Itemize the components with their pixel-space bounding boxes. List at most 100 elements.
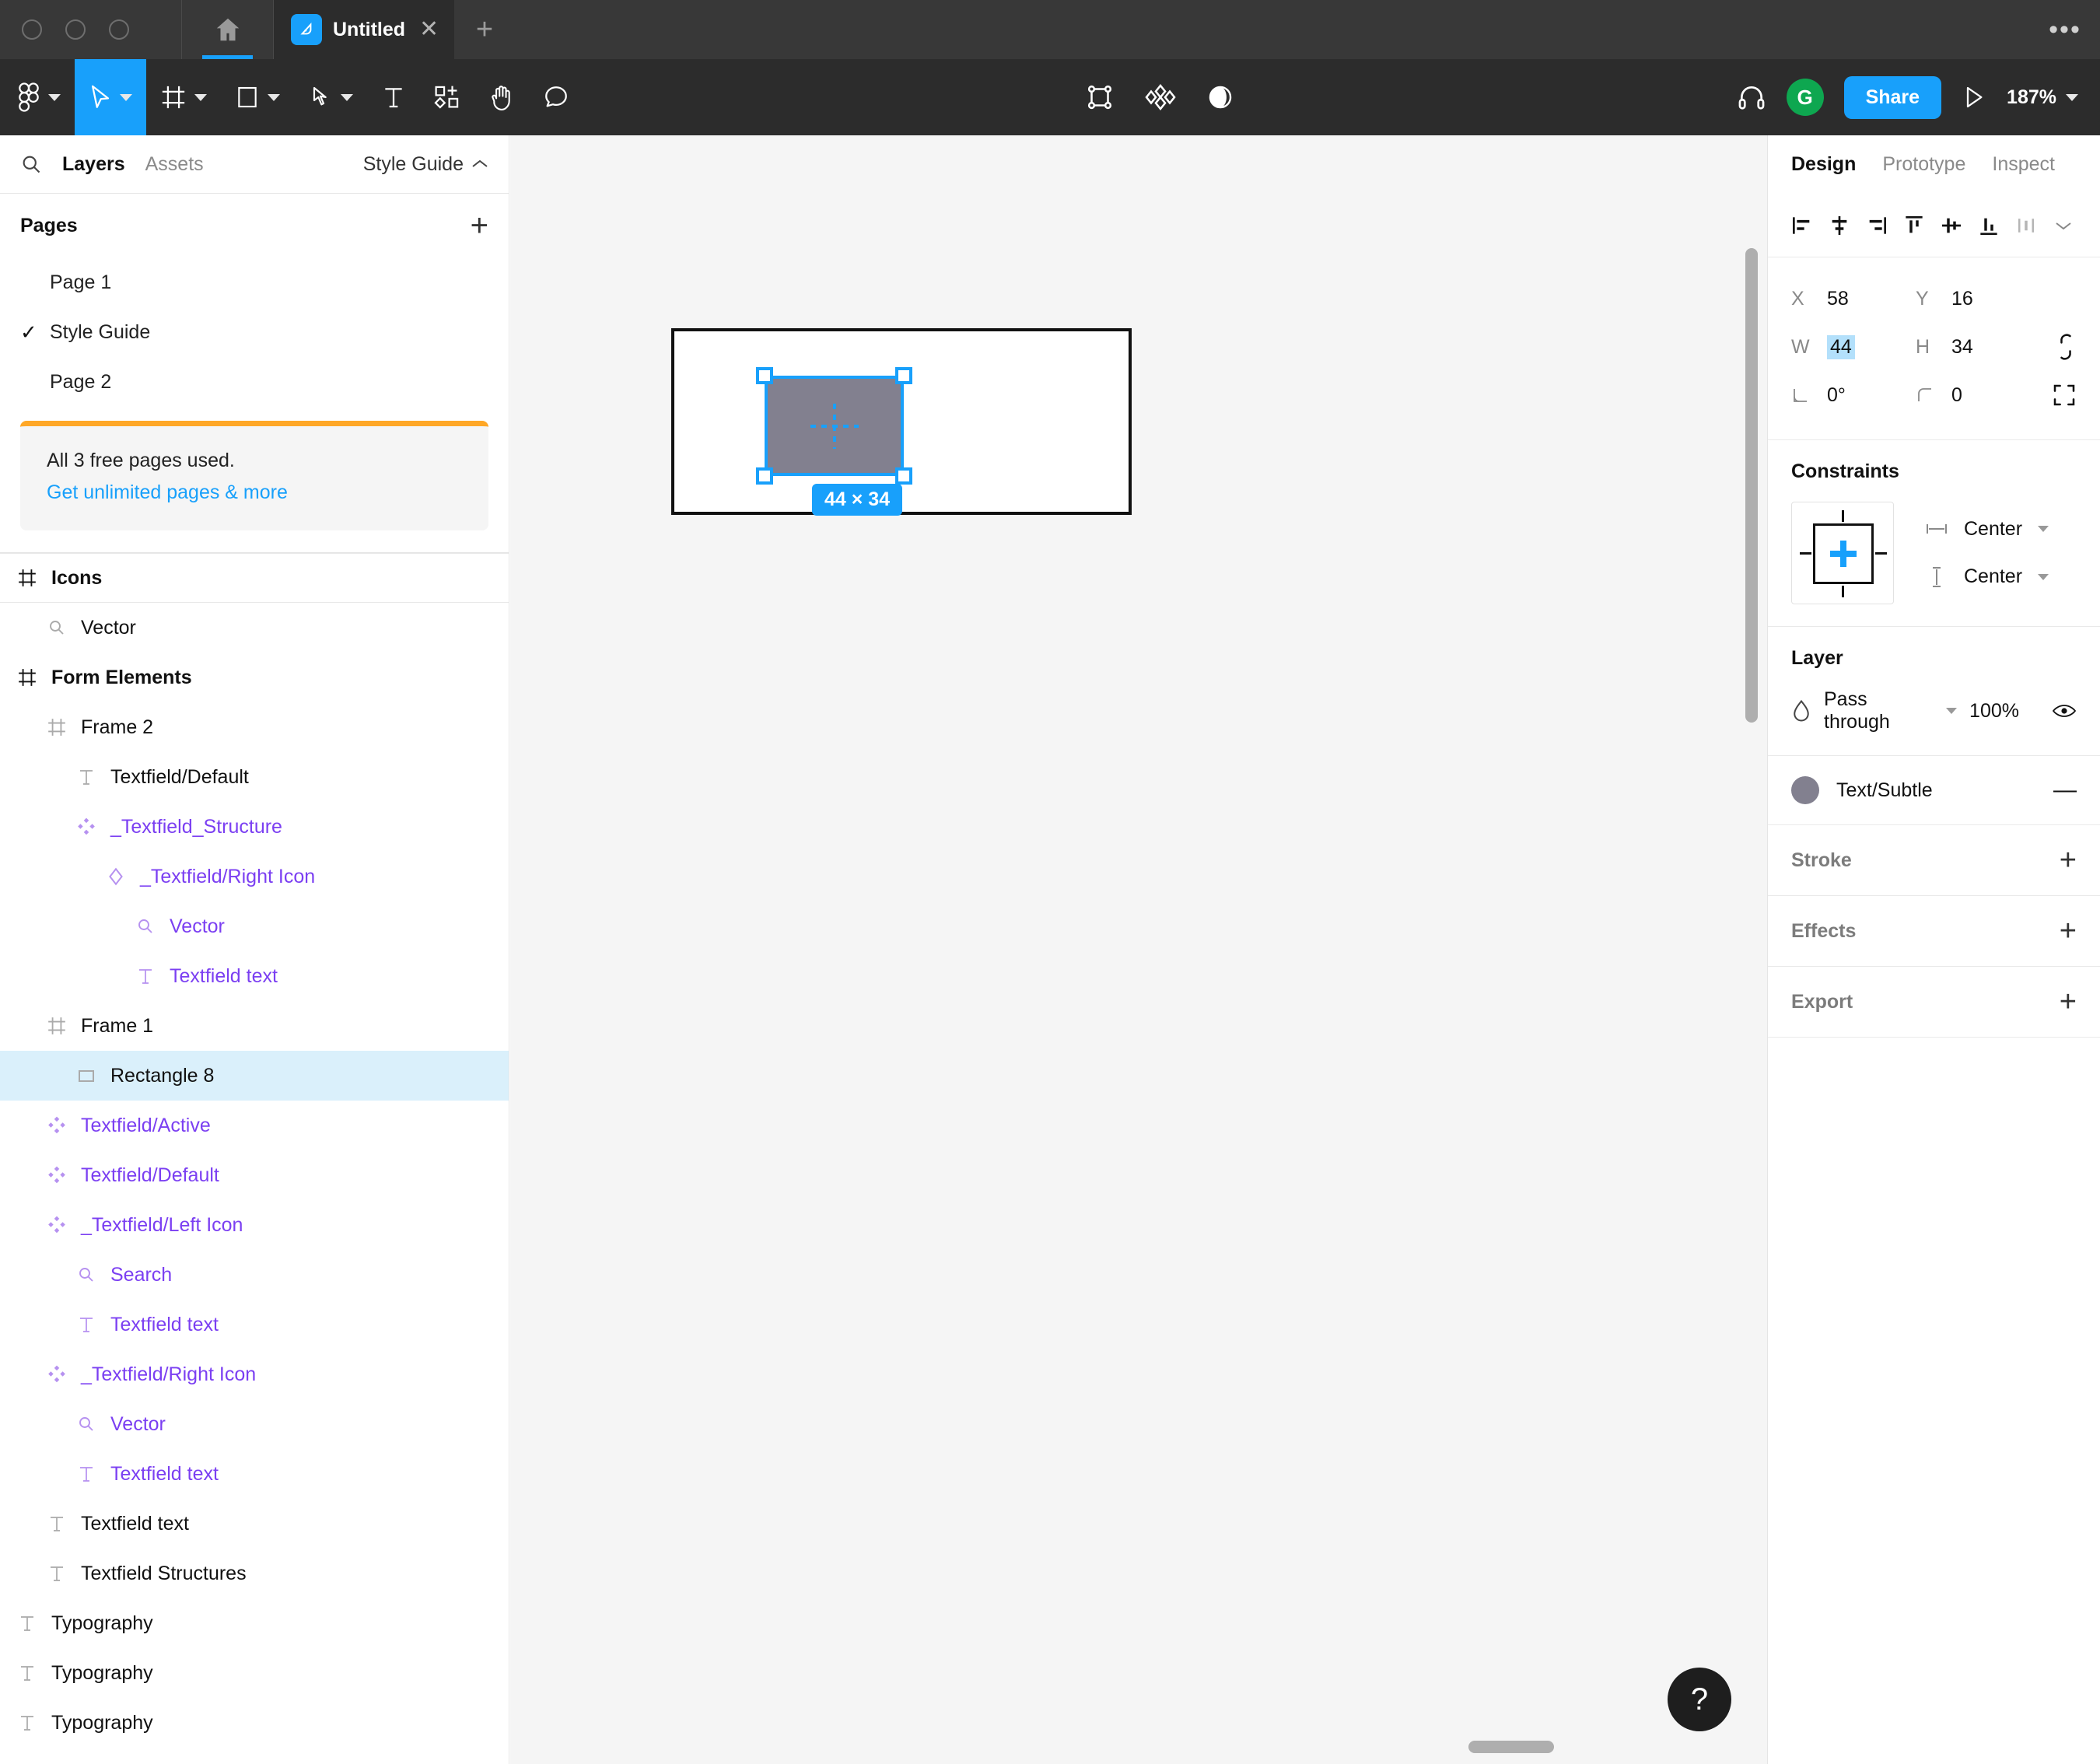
chevron-down-icon[interactable] bbox=[341, 93, 353, 101]
hand-tool-button[interactable] bbox=[474, 59, 529, 135]
layer-row[interactable]: Typography bbox=[0, 1648, 509, 1698]
page-item-page-2[interactable]: Page 2 bbox=[0, 357, 509, 407]
fill-swatch[interactable] bbox=[1791, 776, 1819, 804]
tab-design[interactable]: Design bbox=[1791, 153, 1856, 176]
y-field[interactable]: Y 16 bbox=[1916, 288, 2040, 310]
comment-tool-button[interactable] bbox=[529, 59, 583, 135]
chevron-down-icon[interactable] bbox=[48, 93, 61, 101]
tab-layers[interactable]: Layers bbox=[62, 153, 125, 176]
constrain-proportions-icon[interactable] bbox=[2055, 333, 2077, 361]
layer-row[interactable]: Textfield text bbox=[0, 1449, 509, 1499]
constraint-tick-right[interactable] bbox=[1875, 552, 1887, 555]
chevron-down-icon[interactable] bbox=[2066, 93, 2078, 101]
opacity-value[interactable]: 100% bbox=[1969, 700, 2019, 723]
share-button[interactable]: Share bbox=[1843, 75, 1942, 119]
layer-row[interactable]: Form Elements bbox=[0, 653, 509, 702]
canvas-horizontal-scrollbar[interactable] bbox=[1468, 1741, 1554, 1753]
add-export-button[interactable]: + bbox=[2060, 987, 2077, 1017]
move-tool-button[interactable] bbox=[75, 59, 146, 135]
tab-prototype[interactable]: Prototype bbox=[1882, 153, 1965, 176]
height-field[interactable]: H 34 bbox=[1916, 336, 2040, 359]
new-tab-button[interactable]: + bbox=[454, 0, 515, 59]
layer-row[interactable]: Textfield/Default bbox=[0, 752, 509, 802]
align-left-icon[interactable] bbox=[1783, 207, 1821, 244]
window-maximize-button[interactable] bbox=[109, 19, 129, 40]
shape-tool-button[interactable] bbox=[221, 59, 294, 135]
chevron-down-icon[interactable] bbox=[1946, 708, 1958, 714]
canvas-area[interactable]: 44 × 34 ? bbox=[510, 135, 1767, 1764]
constraints-grid[interactable] bbox=[1791, 502, 1894, 604]
resize-handle-top-left[interactable] bbox=[756, 367, 773, 384]
page-item-style-guide[interactable]: ✓ Style Guide bbox=[0, 307, 509, 357]
home-button[interactable] bbox=[182, 0, 274, 59]
upsell-link[interactable]: Get unlimited pages & more bbox=[47, 481, 462, 504]
remove-fill-button[interactable]: — bbox=[2053, 779, 2077, 802]
chevron-down-icon[interactable] bbox=[2038, 573, 2049, 580]
horizontal-constraint-dropdown[interactable]: Center bbox=[1925, 518, 2049, 541]
distribute-icon[interactable] bbox=[2007, 207, 2045, 244]
headphones-button[interactable] bbox=[1737, 82, 1766, 112]
present-button[interactable] bbox=[1962, 84, 1986, 110]
constraint-tick-left[interactable] bbox=[1800, 552, 1811, 555]
window-minimize-button[interactable] bbox=[65, 19, 86, 40]
layer-row[interactable]: Vector bbox=[0, 603, 509, 653]
align-right-icon[interactable] bbox=[1858, 207, 1895, 244]
chevron-down-icon[interactable] bbox=[194, 93, 207, 101]
help-button[interactable]: ? bbox=[1668, 1668, 1731, 1731]
blend-mode-value[interactable]: Pass through bbox=[1824, 688, 1934, 733]
search-icon[interactable] bbox=[20, 153, 42, 175]
align-horizontal-center-icon[interactable] bbox=[1821, 207, 1858, 244]
window-close-button[interactable] bbox=[22, 19, 42, 40]
close-icon[interactable]: ✕ bbox=[419, 18, 439, 41]
pen-tool-button[interactable] bbox=[294, 59, 367, 135]
chevron-down-icon[interactable] bbox=[2038, 526, 2049, 532]
layer-row[interactable]: _Textfield/Right Icon bbox=[0, 852, 509, 901]
layer-row[interactable]: Textfield/Active bbox=[0, 1101, 509, 1150]
layer-row[interactable]: Typography bbox=[0, 1748, 509, 1764]
layer-row[interactable]: Typography bbox=[0, 1698, 509, 1748]
layer-row[interactable]: Textfield text bbox=[0, 951, 509, 1001]
align-top-icon[interactable] bbox=[1895, 207, 1933, 244]
layer-row[interactable]: Frame 1 bbox=[0, 1001, 509, 1051]
rotation-field[interactable]: 0° bbox=[1791, 384, 1916, 407]
layer-row[interactable]: Frame 2 bbox=[0, 702, 509, 752]
resize-handle-top-right[interactable] bbox=[895, 367, 912, 384]
components-diamond-button[interactable] bbox=[1145, 83, 1176, 111]
layer-row[interactable]: Textfield Structures bbox=[0, 1549, 509, 1598]
layer-row[interactable]: Vector bbox=[0, 901, 509, 951]
figma-menu-button[interactable] bbox=[0, 59, 75, 135]
chevron-down-icon[interactable] bbox=[268, 93, 280, 101]
layer-row[interactable]: Vector bbox=[0, 1399, 509, 1449]
layer-row[interactable]: Rectangle 8 bbox=[0, 1051, 509, 1101]
align-bottom-icon[interactable] bbox=[1970, 207, 2007, 244]
layer-row[interactable]: Textfield/Default bbox=[0, 1150, 509, 1200]
layer-row[interactable]: Typography bbox=[0, 1598, 509, 1648]
contrast-button[interactable] bbox=[1207, 84, 1234, 110]
more-options-icon[interactable]: ••• bbox=[2030, 0, 2100, 59]
constraint-tick-top[interactable] bbox=[1842, 510, 1844, 522]
layer-row[interactable]: _Textfield_Structure bbox=[0, 802, 509, 852]
canvas-vertical-scrollbar[interactable] bbox=[1745, 248, 1758, 723]
resize-handle-bottom-right[interactable] bbox=[895, 467, 912, 485]
components-tool-button[interactable] bbox=[420, 59, 474, 135]
add-page-button[interactable]: + bbox=[471, 210, 488, 241]
resize-handle-bottom-left[interactable] bbox=[756, 467, 773, 485]
layer-row[interactable]: Search bbox=[0, 1250, 509, 1300]
scale-tool-button[interactable] bbox=[1086, 83, 1114, 111]
align-vertical-center-icon[interactable] bbox=[1933, 207, 1970, 244]
layer-row[interactable]: _Textfield/Right Icon bbox=[0, 1349, 509, 1399]
frame-tool-button[interactable] bbox=[146, 59, 221, 135]
tab-inspect[interactable]: Inspect bbox=[1992, 153, 2055, 176]
constraint-tick-bottom[interactable] bbox=[1842, 586, 1844, 597]
eye-icon[interactable] bbox=[2052, 702, 2077, 719]
page-item-page-1[interactable]: Page 1 bbox=[0, 257, 509, 307]
width-field[interactable]: W 44 bbox=[1791, 334, 1916, 359]
vertical-constraint-dropdown[interactable]: Center bbox=[1925, 565, 2049, 589]
text-tool-button[interactable] bbox=[367, 59, 420, 135]
chevron-down-icon[interactable] bbox=[120, 93, 132, 101]
file-tab[interactable]: Untitled ✕ bbox=[274, 0, 454, 59]
corner-radius-field[interactable]: 0 bbox=[1916, 384, 2040, 407]
avatar[interactable]: G bbox=[1786, 79, 1824, 116]
layer-row[interactable]: Textfield text bbox=[0, 1300, 509, 1349]
tab-assets[interactable]: Assets bbox=[145, 153, 204, 176]
